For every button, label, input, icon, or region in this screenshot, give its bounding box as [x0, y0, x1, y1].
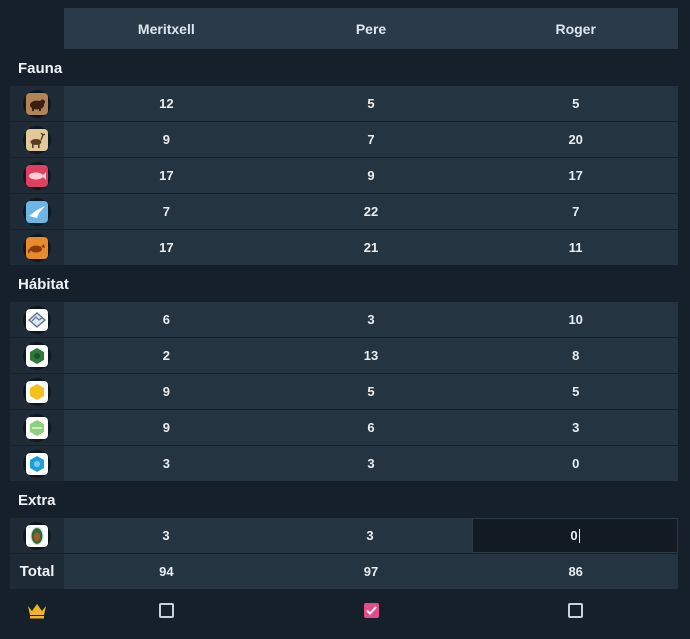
- score-cell[interactable]: 3: [269, 446, 474, 481]
- score-cell[interactable]: 9: [64, 122, 269, 157]
- player-name: Meritxell: [137, 20, 195, 37]
- score-cell[interactable]: 7: [269, 122, 474, 157]
- bear-icon: [23, 89, 51, 118]
- section-title-fauna: Fauna: [18, 60, 63, 77]
- score-cell[interactable]: 6: [64, 302, 269, 337]
- score-row: 17 9 17: [10, 157, 678, 193]
- score-row: 12 5 5: [10, 85, 678, 121]
- section-title-habitat: Hábitat: [18, 276, 69, 293]
- score-row: 330: [10, 445, 678, 481]
- score-row: 17 21 11: [10, 229, 678, 265]
- score-cell[interactable]: 5: [473, 374, 678, 409]
- forest-icon: [23, 341, 51, 370]
- text-caret: [578, 528, 580, 543]
- score-cell[interactable]: 12: [64, 86, 269, 121]
- checkmark-icon: [365, 605, 377, 615]
- wetland-icon: [23, 413, 51, 442]
- player-name: Roger: [555, 20, 596, 37]
- score-cell[interactable]: 20: [473, 122, 678, 157]
- score-cell[interactable]: 17: [64, 230, 269, 265]
- score-cell[interactable]: 3: [268, 518, 472, 553]
- score-cell[interactable]: 0: [473, 446, 678, 481]
- score-row: 2 13 8: [10, 337, 678, 373]
- score-row: 330: [10, 517, 678, 553]
- prairie-icon: [23, 377, 51, 406]
- score-cell[interactable]: 3: [473, 410, 678, 445]
- crown-icon: [10, 592, 64, 628]
- total-label: Total: [10, 554, 64, 589]
- winner-checkbox-pere[interactable]: [363, 602, 379, 618]
- score-input-active[interactable]: 0: [472, 518, 678, 553]
- score-cell[interactable]: 10: [473, 302, 678, 337]
- mountain-icon: [23, 305, 51, 334]
- score-row: 955: [10, 373, 678, 409]
- score-cell[interactable]: 17: [473, 158, 678, 193]
- total-value: 86: [568, 564, 583, 579]
- score-cell[interactable]: 5: [269, 86, 474, 121]
- score-cell[interactable]: 11: [473, 230, 678, 265]
- score-cell[interactable]: 22: [269, 194, 474, 229]
- score-row: 7 22 7: [10, 193, 678, 229]
- total-value: 97: [363, 564, 379, 579]
- score-cell[interactable]: 8: [473, 338, 678, 373]
- winner-row: [10, 592, 678, 628]
- elk-icon: [23, 125, 51, 154]
- score-cell[interactable]: 17: [64, 158, 269, 193]
- winner-checkbox-meritxell[interactable]: [158, 602, 174, 618]
- player-header: Meritxell Pere Roger: [64, 8, 678, 49]
- score-cell[interactable]: 7: [473, 194, 678, 229]
- total-row: Total 94 97 86: [10, 554, 678, 589]
- score-cell[interactable]: 13: [269, 338, 474, 373]
- score-row: 963: [10, 409, 678, 445]
- total-value: 94: [159, 564, 174, 579]
- score-row: 9 7 20: [10, 121, 678, 157]
- score-cell[interactable]: 3: [269, 302, 474, 337]
- score-cell[interactable]: 7: [64, 194, 269, 229]
- score-cell[interactable]: 5: [473, 86, 678, 121]
- fox-icon: [23, 233, 51, 262]
- river-icon: [23, 449, 51, 478]
- score-cell[interactable]: 6: [269, 410, 474, 445]
- section-title-extra: Extra: [18, 492, 56, 509]
- hawk-icon: [23, 197, 51, 226]
- score-cell[interactable]: 3: [64, 446, 269, 481]
- score-row: 6 3 10: [10, 301, 678, 337]
- pinecone-icon: [23, 521, 51, 550]
- player-name: Pere: [355, 20, 387, 37]
- score-cell[interactable]: 21: [269, 230, 474, 265]
- score-cell[interactable]: 2: [64, 338, 269, 373]
- score-cell[interactable]: 5: [269, 374, 474, 409]
- score-cell[interactable]: 9: [64, 374, 269, 409]
- score-cell[interactable]: 9: [269, 158, 474, 193]
- score-cell[interactable]: 9: [64, 410, 269, 445]
- salmon-icon: [23, 161, 51, 190]
- winner-checkbox-roger[interactable]: [568, 602, 584, 618]
- score-cell[interactable]: 3: [64, 518, 268, 553]
